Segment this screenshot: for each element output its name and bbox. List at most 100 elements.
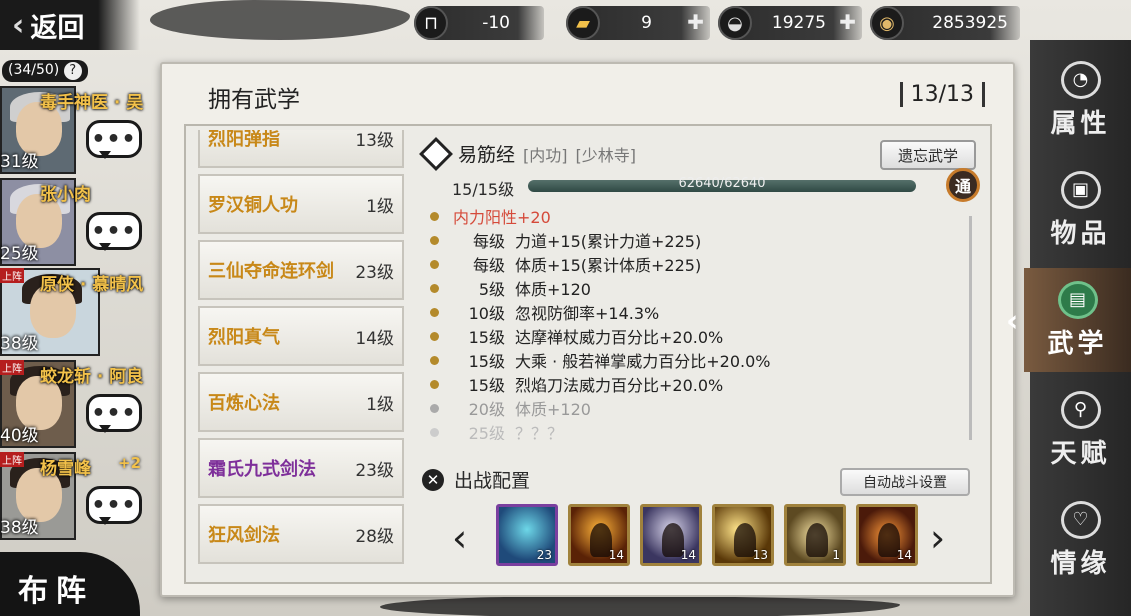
resource-value: -10	[482, 13, 510, 33]
skill-attribute-row: 15级 大乘 · 般若禅掌威力百分比+20.0%	[424, 348, 964, 372]
skill-name: 罗汉铜人功	[208, 195, 298, 216]
skill-detail-type: [内功]	[523, 145, 568, 165]
help-icon[interactable]: ?	[63, 62, 82, 80]
attribute-scrollbar[interactable]	[969, 216, 972, 440]
bullet-icon	[430, 235, 439, 245]
hero-name: 张小肉	[40, 185, 91, 205]
resource-silver[interactable]: ◒ 19275 ✚	[718, 6, 862, 40]
skill-level: 1级	[366, 196, 394, 217]
tab-talent[interactable]: ⚲ 天赋	[1030, 378, 1131, 482]
resource-value: 19275	[771, 13, 826, 33]
battle-skill-slot[interactable]: 1	[784, 504, 846, 566]
skill-level: 13级	[355, 130, 394, 151]
skill-level-text: 15/15级	[452, 180, 515, 199]
skill-list[interactable]: 烈阳弹指 13级 罗汉铜人功 1级 三仙夺命连环剑 23级 烈阳真气 14级 百…	[198, 130, 404, 580]
chat-bubble-icon[interactable]: •••	[86, 212, 142, 251]
resource-value: 2853925	[932, 13, 1008, 33]
crossed-swords-icon: ✕	[422, 468, 444, 491]
resource-table[interactable]: ⊓ -10	[414, 6, 544, 40]
add-silver-icon[interactable]: ✚	[839, 10, 856, 34]
add-gold-icon[interactable]: ✚	[687, 10, 704, 34]
battle-skill-slot[interactable]: 23	[496, 504, 558, 566]
attribute-level: 20级	[468, 400, 505, 419]
hero-name: 原侠 · 慕晴风	[40, 275, 144, 295]
resource-gold[interactable]: ▰ 9 ✚	[566, 6, 710, 40]
skill-name: 三仙夺命连环剑	[208, 261, 334, 282]
hero-card[interactable]: 上阵 蛟龙斩 · 阿良 40级 •••	[0, 360, 160, 448]
tab-martial-arts[interactable]: ‹ ▤ 武学	[1006, 268, 1131, 372]
back-button[interactable]: ‹ 返回	[0, 0, 140, 50]
attribute-level: 每级	[472, 256, 505, 275]
hero-card[interactable]: 张小肉 25级 •••	[0, 178, 160, 266]
skill-detail: 易筋经 [内功] [少林寺] 遗忘武学 15/15级 62640/62640 通…	[419, 132, 982, 452]
hero-card[interactable]: 上阵 原侠 · 慕晴风 38级	[0, 268, 160, 356]
battle-skill-slot[interactable]: 14	[568, 504, 630, 566]
skill-count: 13/13	[899, 82, 985, 107]
attribute-text: 体质+15(累计体质+225)	[515, 256, 702, 275]
tab-items[interactable]: ▣ 物品	[1030, 158, 1131, 262]
skill-list-item[interactable]: 罗汉铜人功 1级	[198, 174, 404, 234]
skill-list-item[interactable]: 百炼心法 1级	[198, 372, 404, 432]
tab-label: 武学	[1047, 328, 1108, 359]
chevron-left-icon: ‹	[1006, 304, 1019, 339]
hero-star-bonus: +2	[118, 454, 142, 472]
deployed-tag: 上阵	[0, 360, 24, 375]
battle-skill-slot[interactable]: 14	[856, 504, 918, 566]
hero-level: 40级	[0, 426, 39, 446]
tab-label: 天赋	[1050, 438, 1111, 469]
gold-bar-icon: ▰	[566, 6, 600, 40]
skill-level: 1级	[366, 394, 394, 415]
battle-skill-slot[interactable]: 13	[712, 504, 774, 566]
table-icon: ⊓	[414, 6, 448, 40]
forget-skill-button[interactable]: 遗忘武学	[880, 140, 976, 170]
skill-attribute-row: 25级 ？？？	[424, 420, 964, 440]
battle-config-title: 出战配置	[454, 470, 531, 492]
hero-card[interactable]: 上阵 杨雪峰 +2 38级 •••	[0, 452, 160, 540]
skill-attribute-list[interactable]: 内力阳性+20 每级 力道+15(累计力道+225) 每级 体质+15(累计体质+225…	[424, 204, 964, 440]
attribute-text: 力道+15(累计力道+225)	[515, 232, 702, 251]
skill-name: 烈阳弹指	[208, 130, 280, 150]
mastery-badge-icon[interactable]: 通	[946, 168, 980, 202]
diamond-icon	[419, 136, 453, 171]
attribute-text: 烈焰刀法威力百分比+20.0%	[515, 376, 724, 395]
skill-list-item[interactable]: 三仙夺命连环剑 23级	[198, 240, 404, 300]
resource-copper[interactable]: ◉ 2853925	[870, 6, 1020, 40]
bullet-icon	[430, 307, 439, 317]
talent-tree-icon: ⚲	[1060, 390, 1101, 429]
chat-bubble-icon[interactable]: •••	[86, 394, 142, 433]
skill-attribute-row: 每级 力道+15(累计力道+225)	[424, 228, 964, 252]
skill-list-item[interactable]: 霜氏九式剑法 23级	[198, 438, 404, 498]
auto-battle-settings-button[interactable]: 自动战斗设置	[840, 468, 970, 496]
martial-arts-panel: 拥有武学 13/13 烈阳弹指 13级 罗汉铜人功 1级 三仙夺命连环剑 23级…	[160, 62, 1015, 597]
skill-list-item[interactable]: 烈阳真气 14级	[198, 306, 404, 366]
attribute-text: 达摩禅杖威力百分比+20.0%	[515, 328, 724, 347]
skill-list-item[interactable]: 狂风剑法 28级	[198, 504, 404, 564]
attribute-level: 15级	[468, 352, 505, 371]
attribute-level: 5级	[478, 280, 505, 299]
skill-attribute-row: 10级 忽视防御率+14.3%	[424, 300, 964, 324]
skill-level: 23级	[355, 460, 394, 481]
bullet-icon	[430, 403, 439, 413]
bullet-icon	[430, 331, 439, 341]
attribute-level: 25级	[468, 424, 505, 440]
panel-content: 烈阳弹指 13级 罗汉铜人功 1级 三仙夺命连环剑 23级 烈阳真气 14级 百…	[184, 124, 992, 584]
hero-card[interactable]: 毒手神医 · 吴 31级 •••	[0, 86, 160, 174]
skill-level: 23级	[355, 262, 394, 283]
hero-level: 25级	[0, 244, 39, 264]
battle-skill-slot[interactable]: 14	[640, 504, 702, 566]
skill-list-item[interactable]: 烈阳弹指 13级	[198, 130, 404, 168]
tab-attributes[interactable]: ◔ 属性	[1030, 48, 1131, 152]
panel-title: 拥有武学	[208, 87, 300, 113]
chevron-left-icon[interactable]: ‹	[452, 516, 467, 560]
chevron-right-icon[interactable]: ›	[930, 516, 945, 560]
tab-affinity[interactable]: ♡ 情缘	[1030, 488, 1131, 592]
hero-level: 31级	[0, 152, 39, 172]
box-icon: ▣	[1060, 170, 1101, 209]
bullet-icon	[430, 259, 439, 269]
chat-bubble-icon[interactable]: •••	[86, 120, 142, 159]
side-tab-bar: ◔ 属性 ▣ 物品 ‹ ▤ 武学 ⚲ 天赋 ♡ 情缘	[1006, 40, 1131, 616]
hero-name: 杨雪峰	[40, 459, 91, 479]
chat-bubble-icon[interactable]: •••	[86, 486, 142, 525]
slot-level: 13	[752, 548, 768, 562]
attribute-level: 每级	[472, 232, 505, 251]
